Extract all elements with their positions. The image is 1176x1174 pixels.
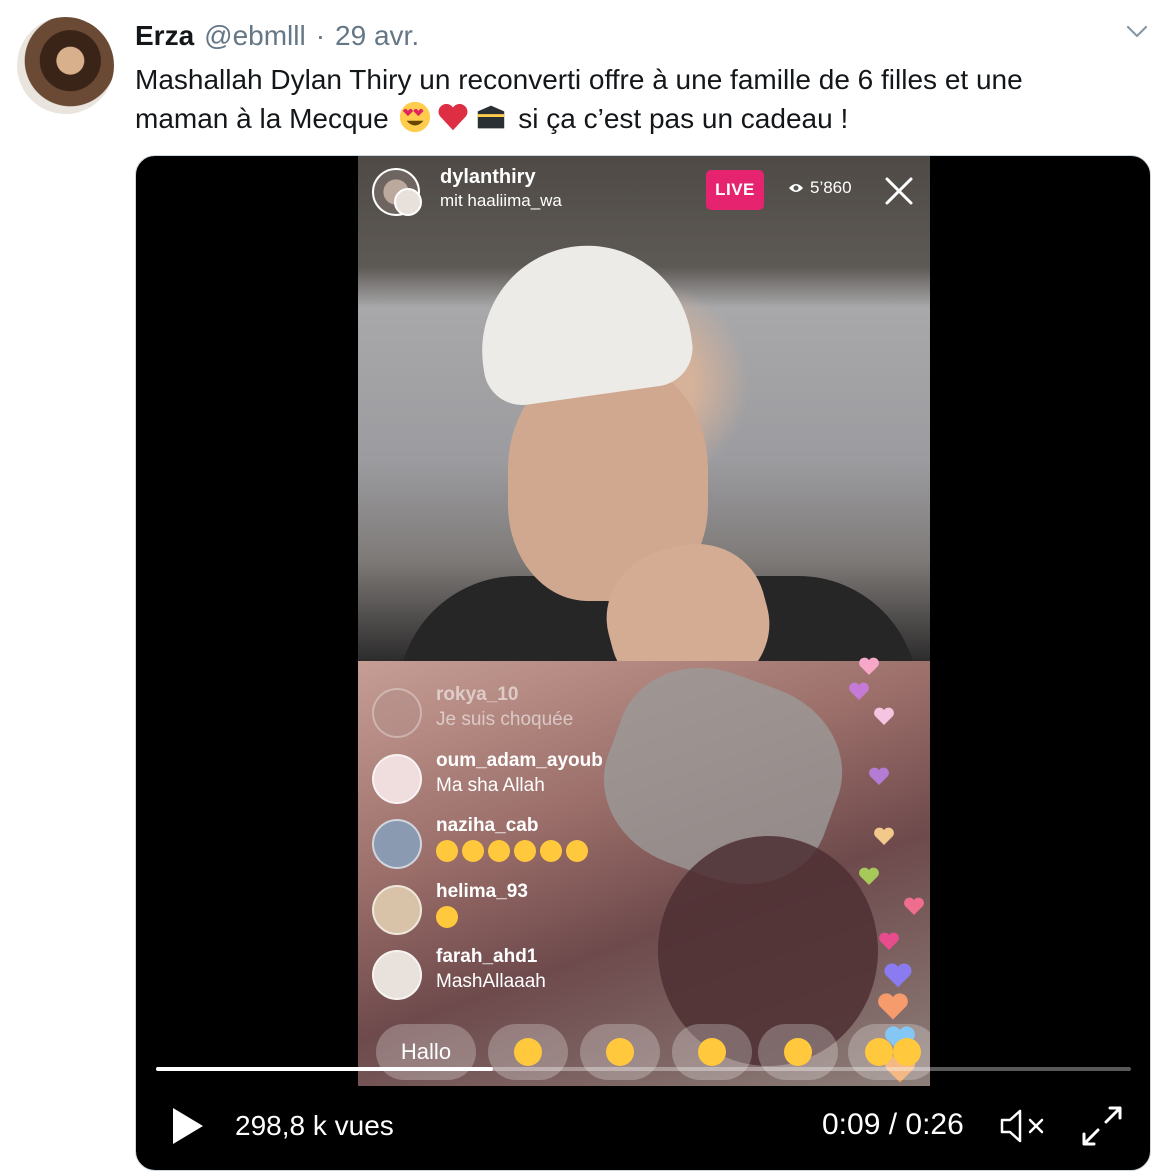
crying-face-icon — [540, 840, 562, 862]
heart-icon — [859, 867, 879, 885]
comment-username[interactable]: oum_adam_ayoub — [436, 750, 603, 772]
live-comment: naziha_cab — [372, 815, 632, 875]
play-icon[interactable] — [170, 1106, 206, 1146]
live-comment: farah_ahd1 MashAllaaah — [372, 946, 632, 1006]
heart-icon — [904, 897, 924, 915]
comment-username[interactable]: helima_93 — [436, 881, 528, 903]
quick-reply-laughing-more[interactable] — [848, 1024, 930, 1080]
crying-face-icon — [488, 840, 510, 862]
video-player[interactable]: dylanthiry mit haaliima_wa LIVE 5’860 ro… — [135, 155, 1151, 1171]
heart-icon — [859, 657, 879, 675]
live-username[interactable]: dylanthiry — [440, 166, 536, 189]
quick-reply-thumbs-up[interactable] — [758, 1024, 838, 1080]
chevron-down-icon[interactable] — [1126, 24, 1148, 40]
comment-text: MashAllaaah — [436, 971, 546, 992]
viewer-count: 5’860 — [788, 178, 852, 198]
video-progress-fill — [156, 1067, 494, 1071]
quick-reply-heart-eyes[interactable] — [580, 1024, 660, 1080]
quick-reply-laughing[interactable] — [488, 1024, 568, 1080]
heart-icon — [879, 932, 899, 950]
close-icon[interactable] — [884, 176, 914, 206]
clapping-hands-icon — [698, 1038, 726, 1066]
live-guest-avatar[interactable] — [394, 188, 422, 216]
tweet-text: Mashallah Dylan Thiry un reconverti offr… — [135, 60, 1145, 138]
kaaba-icon — [478, 105, 505, 129]
comment-emoji-row — [436, 906, 462, 930]
comment-username[interactable]: naziha_cab — [436, 815, 538, 837]
comment-username[interactable]: rokya_10 — [436, 684, 518, 706]
live-guest-label: mit haaliima_wa — [440, 191, 562, 210]
quick-reply-label: Hallo — [400, 1039, 452, 1064]
author-avatar[interactable] — [17, 17, 114, 114]
crying-face-icon — [462, 840, 484, 862]
crying-face-icon — [514, 840, 536, 862]
comment-text: Ma sha Allah — [436, 775, 545, 796]
comment-avatar[interactable] — [372, 885, 422, 935]
mute-icon[interactable] — [998, 1106, 1050, 1146]
rolling-eyes-icon — [566, 840, 588, 862]
quick-reply-clap[interactable] — [672, 1024, 752, 1080]
laughing-icon — [865, 1038, 893, 1066]
live-comment: helima_93 — [372, 881, 632, 941]
author-name[interactable]: Erza — [135, 20, 194, 52]
fullscreen-icon[interactable] — [1080, 1104, 1124, 1148]
laughing-icon — [514, 1038, 542, 1066]
viewer-count-value: 5’860 — [810, 178, 852, 197]
view-count: 298,8 k vues — [235, 1110, 394, 1141]
comment-emoji-row — [436, 840, 592, 864]
author-handle[interactable]: @ebmlll — [204, 20, 306, 52]
smiling-heart-eyes-icon — [400, 101, 431, 133]
crying-face-icon — [436, 840, 458, 862]
eye-icon — [789, 184, 803, 192]
comment-avatar[interactable] — [372, 754, 422, 804]
header-separator: · — [315, 20, 326, 51]
red-heart-icon — [438, 103, 468, 131]
tweet-text-line1: Mashallah Dylan Thiry un reconverti offr… — [135, 64, 1023, 95]
comment-text: Je suis choquée — [436, 709, 574, 730]
video-progress-bar[interactable] — [156, 1067, 1131, 1071]
heart-eyes-icon — [606, 1038, 634, 1066]
heart-eyes-icon — [436, 906, 458, 928]
heart-icon — [874, 827, 894, 845]
heart-icon — [878, 993, 908, 1020]
tweet-text-line2-start: maman à la Mecque — [135, 103, 397, 134]
heart-icon — [884, 963, 912, 988]
comment-avatar[interactable] — [372, 950, 422, 1000]
video-time: 0:09 / 0:26 — [822, 1108, 964, 1141]
quick-reply-hallo[interactable]: Hallo — [376, 1024, 476, 1080]
thumbs-up-icon — [784, 1038, 812, 1066]
comment-avatar[interactable] — [372, 688, 422, 738]
live-video-frame[interactable]: dylanthiry mit haaliima_wa LIVE 5’860 ro… — [358, 156, 930, 1086]
heart-icon — [849, 682, 869, 700]
tweet-text-line2-end: si ça c’est pas un cadeau ! — [510, 103, 849, 134]
comment-avatar[interactable] — [372, 819, 422, 869]
live-comment: oum_adam_ayoub Ma sha Allah — [372, 750, 632, 810]
heart-icon — [874, 707, 894, 725]
heart-icon — [869, 767, 889, 785]
live-badge: LIVE — [706, 170, 764, 210]
laughing-icon — [893, 1038, 921, 1066]
floating-hearts — [828, 656, 928, 1086]
tweet-date[interactable]: 29 avr. — [335, 20, 419, 52]
live-comment: rokya_10 Je suis choquée — [372, 684, 632, 744]
comment-username[interactable]: farah_ahd1 — [436, 946, 537, 968]
tweet-header: Erza @ebmlll · 29 avr. — [135, 18, 419, 54]
